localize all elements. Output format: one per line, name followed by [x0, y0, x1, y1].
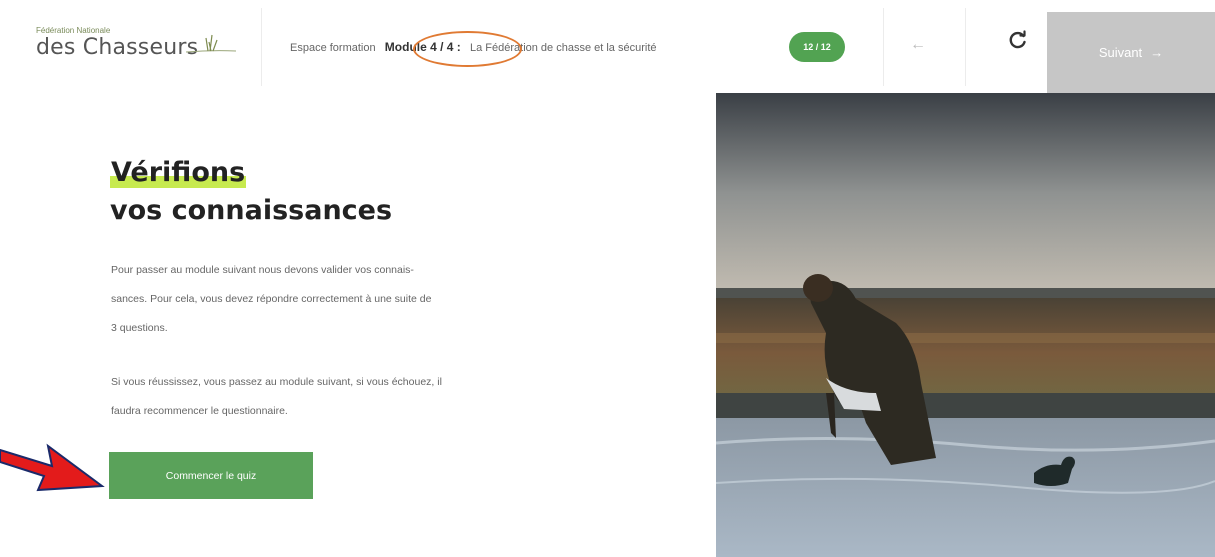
header-divider	[261, 8, 262, 86]
reload-icon[interactable]	[1008, 30, 1028, 56]
arrow-right-icon: →	[1150, 45, 1164, 60]
intro-paragraph: Pour passer au module suivant nous devon…	[111, 256, 571, 343]
hunter-photo	[716, 93, 1215, 557]
grass-icon	[186, 34, 236, 53]
back-arrow-icon[interactable]: ←	[910, 36, 926, 54]
red-arrow-annotation	[0, 443, 105, 492]
intro-line: sances. Pour cela, vous devez répondre c…	[111, 293, 432, 305]
start-quiz-button[interactable]: Commencer le quiz	[109, 452, 313, 499]
fnc-logo[interactable]: Fédération Nationale des Chasseurs	[36, 26, 236, 76]
next-button[interactable]: Suivant →	[1047, 12, 1215, 93]
annotation-oval	[413, 31, 522, 67]
rules-line: faudra recommencer le questionnaire.	[111, 405, 288, 417]
header-divider	[883, 8, 884, 86]
header-divider	[965, 8, 966, 86]
page-title-line2: vos connaissances	[110, 195, 393, 226]
intro-line: Pour passer au module suivant nous devon…	[111, 264, 414, 276]
page-title-line1: Vérifions	[110, 157, 247, 188]
rules-paragraph: Si vous réussissez, vous passez au modul…	[111, 368, 571, 426]
progress-badge: 12 / 12	[789, 32, 845, 62]
logo-subtitle: Fédération Nationale	[36, 26, 111, 35]
hunter-wading-image	[716, 93, 1215, 557]
rules-line: Si vous réussissez, vous passez au modul…	[111, 376, 442, 388]
logo-title: des Chasseurs	[36, 35, 199, 60]
next-button-label: Suivant	[1098, 45, 1143, 60]
intro-line: 3 questions.	[111, 322, 168, 334]
breadcrumb-section[interactable]: Espace formation	[290, 42, 376, 54]
top-bar: Fédération Nationale des Chasseurs Espac…	[0, 0, 1215, 93]
